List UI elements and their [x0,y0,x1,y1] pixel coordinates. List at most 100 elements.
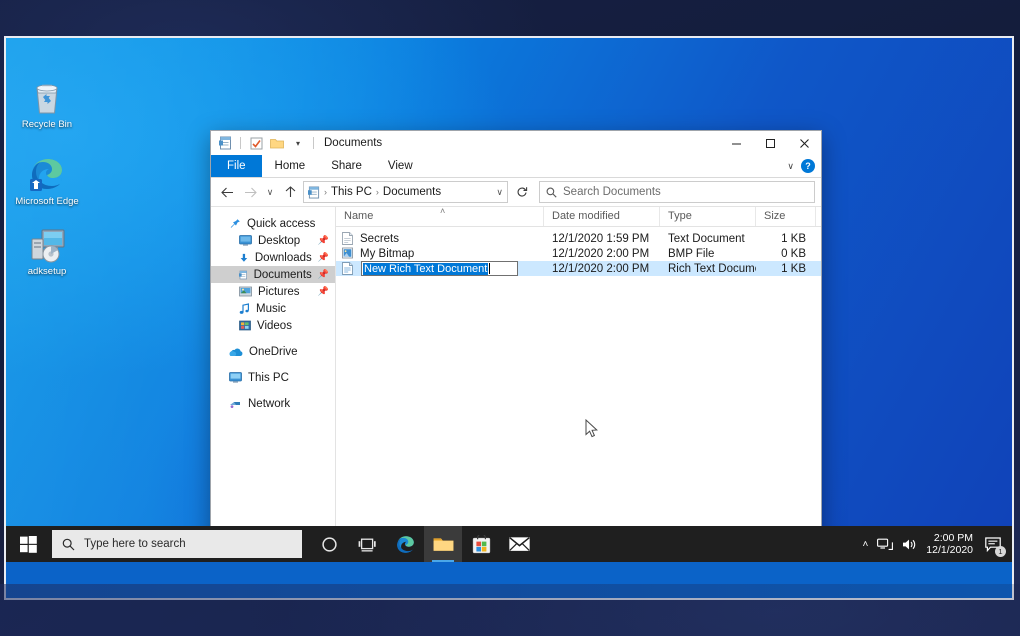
toolbar-separator [313,137,314,149]
sidebar-item-label: OneDrive [249,346,298,358]
rename-input-value[interactable]: New Rich Text Document [363,263,488,275]
file-explorer-window[interactable]: ▾ Documents [210,130,822,562]
help-button[interactable]: ? [801,159,815,173]
windows-desktop[interactable]: Recycle Bin Microsoft Edge [6,38,1012,562]
nav-group-gap [211,334,335,343]
file-type: Text Document [660,233,756,245]
file-explorer-icon[interactable] [424,526,462,562]
sidebar-item-network[interactable]: Network [211,395,335,412]
sidebar-item-documents[interactable]: Documents 📌 [211,266,335,283]
refresh-button[interactable] [511,182,533,202]
breadcrumb-documents[interactable]: Documents [383,186,441,198]
up-button[interactable] [280,182,300,202]
quick-access-toolbar[interactable]: ▾ [211,135,316,151]
sidebar-item-label: Documents [254,269,312,281]
pin-icon[interactable]: 📌 [318,235,329,246]
sidebar-item-music[interactable]: Music [211,300,335,317]
rich-text-document-icon [342,262,354,275]
properties-icon[interactable] [248,135,264,151]
taskbar-search-box[interactable]: Type here to search [52,530,302,558]
text-document-icon [342,232,354,245]
close-button[interactable] [787,131,821,155]
toolbar-separator [240,137,241,149]
search-box[interactable]: Search Documents [539,181,815,203]
file-size: 0 KB [756,248,818,260]
tab-file[interactable]: File [211,155,262,177]
ribbon-tab-bar[interactable]: File Home Share View ∨ ? [211,155,821,178]
clock-date: 12/1/2020 [926,544,973,556]
breadcrumb-separator: › [324,187,327,197]
back-button[interactable] [217,182,237,202]
desktop-icon-microsoft-edge[interactable]: Microsoft Edge [10,151,84,207]
pin-icon[interactable]: 📌 [318,286,329,297]
action-center-button[interactable]: 1 [982,533,1004,555]
cortana-icon[interactable] [310,526,348,562]
search-input[interactable]: Search Documents [563,186,661,198]
taskbar-search-input[interactable]: Type here to search [84,538,186,550]
chevron-down-icon[interactable]: ∨ [490,187,503,198]
column-header-size[interactable]: Size [756,207,816,226]
tab-view[interactable]: View [375,155,426,177]
sidebar-item-label: Desktop [258,235,300,247]
column-header-date-modified[interactable]: Date modified [544,207,660,226]
maximize-button[interactable] [753,131,787,155]
window-title-bar[interactable]: ▾ Documents [211,131,821,155]
mail-icon[interactable] [500,526,538,562]
table-row[interactable]: New Rich Text Document 12/1/2020 2:00 PM… [336,261,821,276]
tab-home[interactable]: Home [262,155,319,177]
sidebar-item-label: Downloads [255,252,312,264]
sidebar-item-label: Pictures [258,286,300,298]
forward-button[interactable] [240,182,260,202]
start-button[interactable] [6,526,50,562]
file-list-pane[interactable]: Name Date modified Type Size ˄ [336,207,821,544]
microsoft-store-icon[interactable] [462,526,500,562]
microsoft-edge-icon[interactable] [386,526,424,562]
sidebar-item-quick-access[interactable]: Quick access [211,215,335,232]
tab-share[interactable]: Share [318,155,375,177]
sidebar-item-videos[interactable]: Videos [211,317,335,334]
table-row[interactable]: My Bitmap 12/1/2020 2:00 PM BMP File 0 K… [336,246,821,261]
network-icon[interactable] [877,538,893,551]
taskbar-clock[interactable]: 2:00 PM 12/1/2020 [926,532,973,556]
pin-icon[interactable]: 📌 [318,269,329,280]
customize-dropdown-icon[interactable]: ▾ [290,135,306,151]
rename-input[interactable]: New Rich Text Document [361,261,518,276]
new-folder-icon[interactable] [269,135,285,151]
sidebar-item-downloads[interactable]: Downloads 📌 [211,249,335,266]
taskbar-pinned-apps[interactable] [310,526,538,562]
desktop-icon-adksetup[interactable]: adksetup [10,221,84,277]
taskbar[interactable]: Type here to search [6,526,1012,562]
address-bar-row[interactable]: ∨ › This PC › [211,178,821,206]
system-tray[interactable]: ˄ [862,532,1012,556]
recent-locations-button[interactable]: ∨ [263,182,277,202]
minimize-button[interactable] [719,131,753,155]
address-bar[interactable]: › This PC › Documents ∨ [303,181,508,203]
sidebar-item-label: Videos [257,320,292,332]
onedrive-icon [229,347,243,357]
window-controls[interactable] [719,131,821,155]
task-view-icon[interactable] [348,526,386,562]
file-name[interactable]: My Bitmap [360,248,414,260]
table-row[interactable]: Secrets 12/1/2020 1:59 PM Text Document … [336,231,821,246]
desktop-icon-recycle-bin[interactable]: Recycle Bin [10,74,84,130]
chevron-down-icon[interactable]: ∨ [787,161,794,172]
breadcrumb-this-pc[interactable]: This PC [331,186,372,198]
navigation-pane[interactable]: Quick access Desktop 📌 [211,207,336,544]
sidebar-item-onedrive[interactable]: OneDrive [211,343,335,360]
tray-overflow-icon[interactable]: ˄ [862,539,868,550]
sidebar-item-label: This PC [248,372,289,384]
column-header-row[interactable]: Name Date modified Type Size ˄ [336,207,821,227]
volume-icon[interactable] [902,538,917,551]
file-name[interactable]: Secrets [360,233,399,245]
downloads-icon [239,252,249,264]
clock-time: 2:00 PM [926,532,973,544]
pin-icon[interactable]: 📌 [318,252,329,263]
file-type: Rich Text Document [660,263,756,275]
sidebar-item-pictures[interactable]: Pictures 📌 [211,283,335,300]
sidebar-item-desktop[interactable]: Desktop 📌 [211,232,335,249]
column-header-type[interactable]: Type [660,207,756,226]
videos-icon [239,320,251,331]
sidebar-item-this-pc[interactable]: This PC [211,369,335,386]
documents-icon[interactable] [217,135,233,151]
file-rows[interactable]: Secrets 12/1/2020 1:59 PM Text Document … [336,227,821,528]
